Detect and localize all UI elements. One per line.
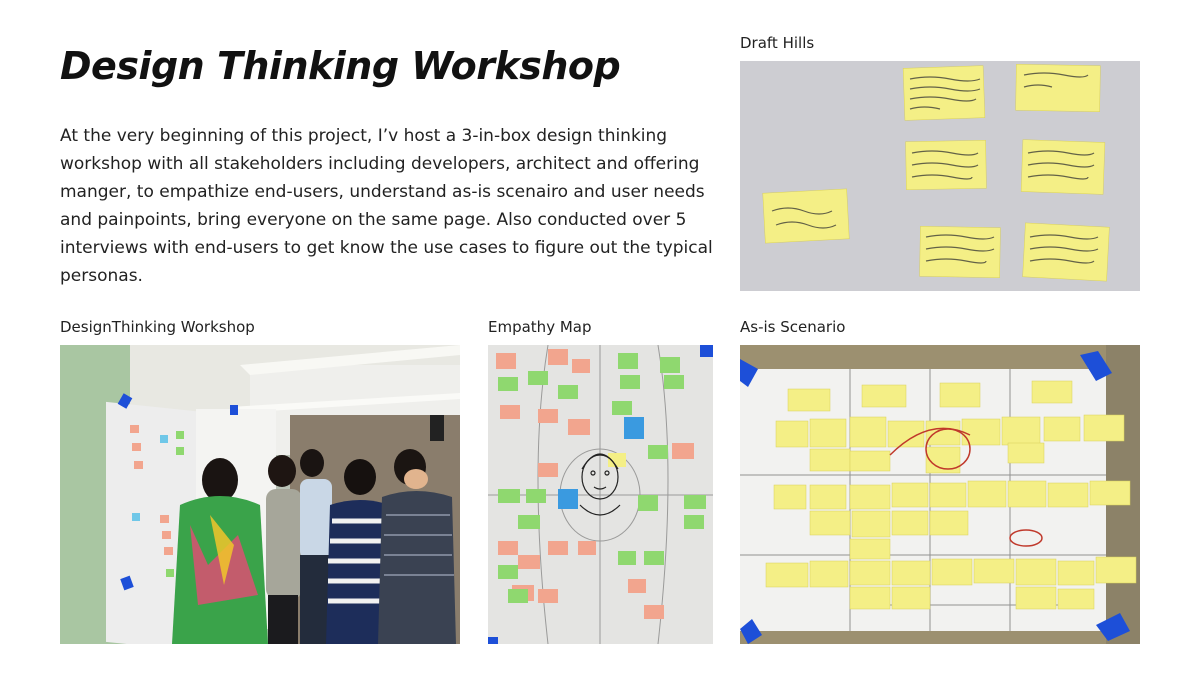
workshop-photo	[60, 345, 460, 644]
draft-hills-photo	[740, 61, 1140, 291]
draft-hills-caption: Draft Hills	[740, 34, 815, 52]
intro-paragraph: At the very beginning of this project, I…	[60, 126, 713, 286]
empathy-map-photo	[488, 345, 713, 644]
page-title: Design Thinking Workshop	[60, 44, 621, 88]
empathy-map-caption: Empathy Map	[488, 318, 592, 336]
workshop-caption: DesignThinking Workshop	[60, 318, 255, 336]
as-is-scenario-photo	[740, 345, 1140, 644]
as-is-scenario-caption: As-is Scenario	[740, 318, 846, 336]
